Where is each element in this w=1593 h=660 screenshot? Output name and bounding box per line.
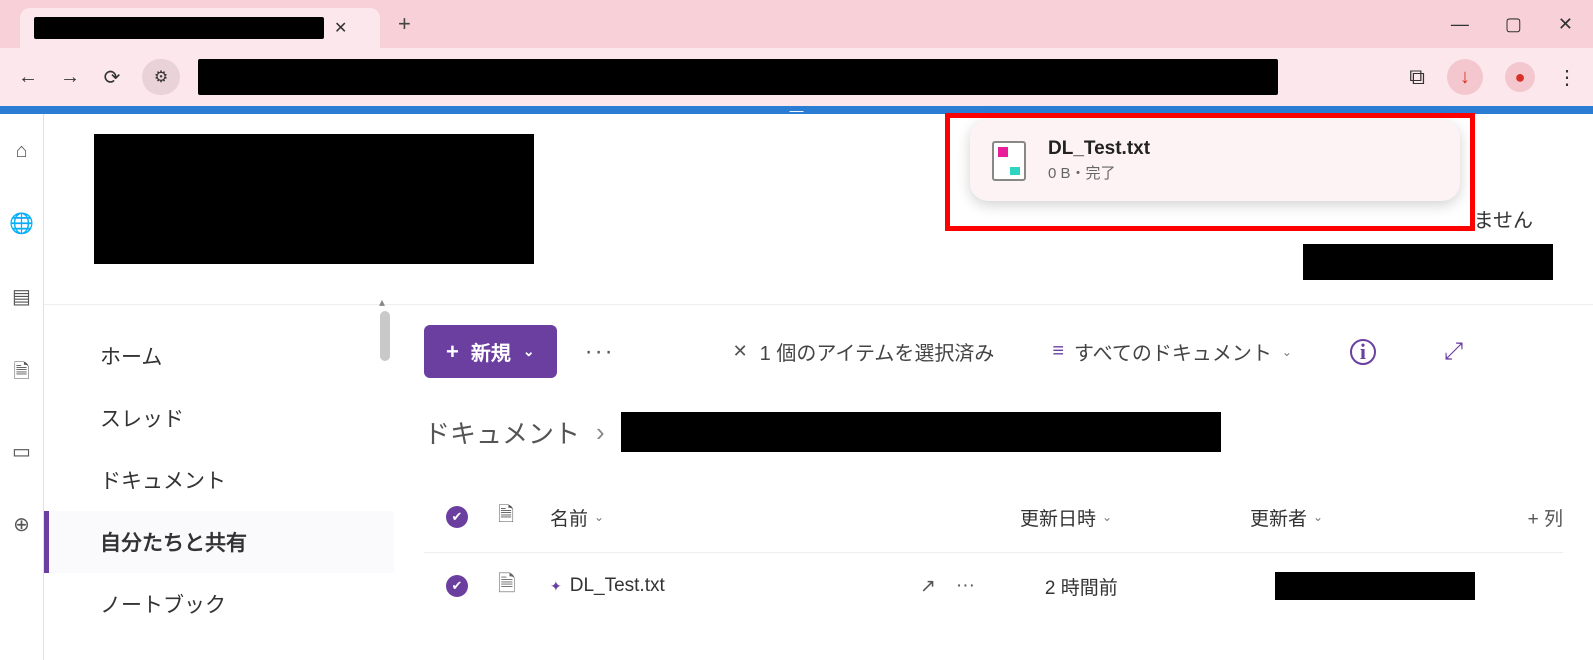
- breadcrumb-root[interactable]: ドキュメント: [424, 414, 580, 451]
- app-top-divider: —: [0, 106, 1593, 114]
- add-icon[interactable]: ⊕: [13, 512, 30, 537]
- close-tab-icon[interactable]: ✕: [334, 18, 347, 38]
- column-header-updated[interactable]: 更新日時 ⌄: [1020, 504, 1220, 531]
- library-icon[interactable]: ▭: [12, 439, 31, 464]
- header-right-redacted: [1303, 244, 1553, 280]
- row-checkbox[interactable]: ✔: [446, 575, 468, 597]
- table-row[interactable]: ✔ 🗎 ✦ DL_Test.txt ↗ ··· 2 時間前: [424, 552, 1563, 619]
- extensions-icon[interactable]: ⧉: [1409, 64, 1425, 90]
- browser-toolbar: ← → ⟳ ⚙ ⧉ ↓ ● ⋮: [0, 48, 1593, 106]
- maximize-icon[interactable]: ▢: [1505, 14, 1522, 35]
- left-nav: ホーム スレッド ドキュメント 自分たちと共有 ノートブック: [44, 305, 394, 660]
- view-label: すべてのドキュメント: [1074, 337, 1272, 366]
- minimize-icon[interactable]: —: [1451, 14, 1469, 35]
- browser-tab-strip: ✕ + — ▢ ✕: [0, 0, 1593, 48]
- sidebar-item-home[interactable]: ホーム: [44, 325, 394, 387]
- share-icon[interactable]: ↗: [920, 575, 936, 598]
- chevron-down-icon: ⌄: [594, 510, 604, 524]
- header-title-redacted: [94, 134, 534, 264]
- download-meta: 0 B・完了: [1048, 162, 1150, 183]
- tab-title-redacted: [34, 17, 324, 39]
- forward-button[interactable]: →: [58, 66, 82, 89]
- new-indicator-icon: ✦: [550, 578, 562, 595]
- download-filename: DL_Test.txt: [1048, 138, 1150, 160]
- site-settings-icon[interactable]: ⚙: [142, 59, 180, 95]
- sidebar-item-thread[interactable]: スレッド: [44, 387, 394, 449]
- header-truncated-text: ません: [1474, 204, 1533, 233]
- row-filename[interactable]: ✦ DL_Test.txt: [550, 575, 890, 597]
- chevron-down-icon: ⌄: [523, 343, 535, 360]
- row-updater-redacted: [1275, 572, 1475, 600]
- new-button-label: 新規: [471, 337, 511, 366]
- info-icon[interactable]: i: [1350, 339, 1376, 365]
- row-actions: ↗ ···: [920, 575, 975, 598]
- breadcrumb-separator-icon: ›: [596, 417, 605, 448]
- back-button[interactable]: ←: [16, 66, 40, 89]
- chevron-down-icon: ⌄: [1102, 510, 1112, 524]
- browser-menu-icon[interactable]: ⋮: [1557, 65, 1577, 90]
- file-type-icon: [992, 141, 1026, 181]
- breadcrumb-current-redacted: [621, 412, 1221, 452]
- new-tab-button[interactable]: +: [398, 11, 411, 37]
- scrollbar-thumb[interactable]: [380, 311, 390, 361]
- app-rail: ⌂ 🌐 ▤ 🗎 ▭ ⊕: [0, 114, 44, 660]
- download-popup[interactable]: DL_Test.txt 0 B・完了: [970, 120, 1460, 201]
- add-column-button[interactable]: + 列: [1528, 504, 1563, 531]
- sidebar-item-notebook[interactable]: ノートブック: [44, 573, 394, 635]
- news-icon[interactable]: ▤: [12, 284, 31, 309]
- chevron-down-icon: ⌄: [1282, 345, 1292, 359]
- collapse-handle-icon[interactable]: —: [790, 106, 804, 114]
- download-arrow-icon: ↓: [1460, 66, 1470, 89]
- download-info: DL_Test.txt 0 B・完了: [1048, 138, 1150, 183]
- reload-button[interactable]: ⟳: [100, 65, 124, 90]
- profile-button[interactable]: ●: [1505, 62, 1535, 92]
- breadcrumb: ドキュメント ›: [424, 412, 1563, 452]
- address-bar-redacted[interactable]: [198, 59, 1278, 95]
- downloads-button[interactable]: ↓: [1447, 59, 1483, 95]
- table-header-row: ✔ 🗎 名前 ⌄ 更新日時 ⌄ 更新者 ⌄ + 列: [424, 492, 1563, 552]
- row-more-icon[interactable]: ···: [956, 575, 975, 597]
- main-content: + 新規 ⌄ ··· ✕ 1 個のアイテムを選択済み ≡ すべてのドキュメント …: [394, 305, 1593, 660]
- profile-avatar-icon: ●: [1515, 67, 1526, 88]
- select-all-checkbox[interactable]: ✔: [446, 506, 468, 528]
- column-header-name[interactable]: 名前 ⌄: [550, 504, 890, 531]
- row-updated-time: 2 時間前: [1045, 573, 1245, 600]
- view-switcher[interactable]: ≡ すべてのドキュメント ⌄: [1052, 337, 1292, 366]
- chevron-down-icon: ⌄: [1313, 510, 1323, 524]
- close-window-icon[interactable]: ✕: [1558, 14, 1573, 35]
- selection-count-text: 1 個のアイテムを選択済み: [760, 337, 995, 366]
- clear-selection-icon[interactable]: ✕: [733, 341, 748, 362]
- expand-icon[interactable]: ⤢: [1444, 338, 1463, 366]
- selection-info: ✕ 1 個のアイテムを選択済み: [733, 337, 995, 366]
- more-actions-icon[interactable]: ···: [585, 338, 615, 366]
- home-icon[interactable]: ⌂: [15, 140, 27, 163]
- browser-tab[interactable]: ✕: [20, 8, 380, 48]
- file-icon: 🗎: [498, 567, 520, 605]
- column-header-updater[interactable]: 更新者 ⌄: [1250, 504, 1450, 531]
- window-controls: — ▢ ✕: [1451, 0, 1573, 48]
- plus-icon: +: [446, 339, 459, 365]
- list-view-icon: ≡: [1052, 340, 1064, 363]
- file-icon[interactable]: 🗎: [13, 357, 29, 391]
- column-type-icon: 🗎: [498, 500, 520, 534]
- new-button[interactable]: + 新規 ⌄: [424, 325, 557, 378]
- sidebar-item-shared[interactable]: 自分たちと共有: [44, 511, 394, 573]
- command-bar: + 新規 ⌄ ··· ✕ 1 個のアイテムを選択済み ≡ すべてのドキュメント …: [424, 325, 1563, 378]
- globe-icon[interactable]: 🌐: [9, 211, 34, 236]
- sidebar-item-documents[interactable]: ドキュメント: [44, 449, 394, 511]
